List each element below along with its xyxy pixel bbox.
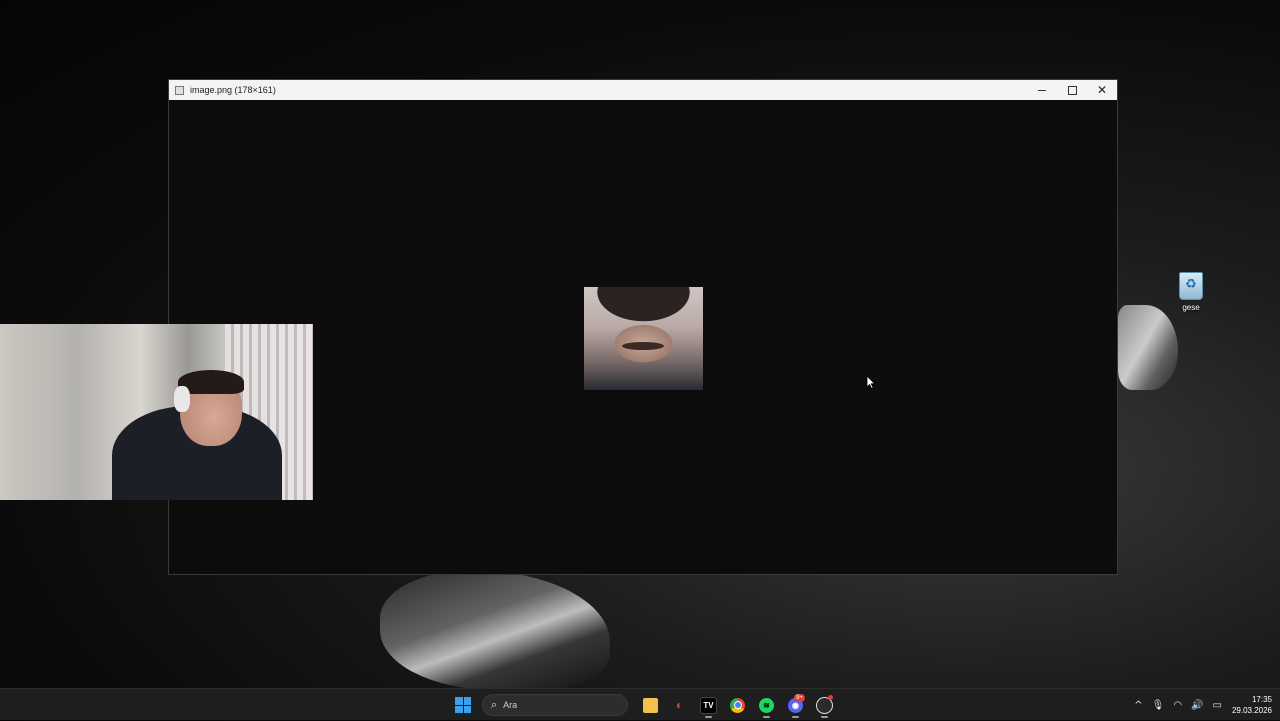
clock-time: 17:35: [1251, 695, 1272, 704]
windows-logo-icon: [455, 697, 463, 705]
maximize-button[interactable]: [1057, 80, 1087, 100]
recording-dot: [828, 695, 833, 700]
mouse-cursor-icon: [866, 375, 876, 389]
window-titlebar[interactable]: image.png (178×161) ✕: [169, 80, 1117, 100]
spotify-icon: ≋: [759, 697, 774, 713]
taskbar-search[interactable]: ⌕ Ara: [482, 694, 628, 716]
displayed-image: [584, 287, 703, 390]
battery-icon[interactable]: ▭: [1213, 700, 1222, 711]
taskbar-app-obs[interactable]: [810, 691, 839, 719]
clock[interactable]: 17:35 29.03.2026: [1232, 694, 1272, 716]
clock-date: 29.03.2026: [1231, 706, 1272, 715]
windows-logo-tile: [463, 697, 471, 705]
speaker-icon[interactable]: 🔊: [1191, 700, 1203, 711]
wifi-icon[interactable]: ◠: [1173, 700, 1182, 711]
taskbar-app-tradingview[interactable]: TV: [694, 691, 723, 719]
taskbar-center: ⌕ Ara ◐ TV ≋ ◉ 9+: [452, 689, 839, 721]
start-button[interactable]: [452, 694, 474, 716]
chrome-icon: [730, 697, 745, 713]
system-tray: ^ 🎙 ◠ 🔊 ▭ 17:35 29.03.2026: [1125, 689, 1272, 721]
taskbar-app-file-explorer[interactable]: [636, 691, 665, 719]
windows-logo-tile: [463, 705, 471, 713]
taskbar-app-chrome[interactable]: [723, 691, 752, 719]
webcam-overlay: [0, 324, 313, 500]
taskbar: ⌕ Ara ◐ TV ≋ ◉ 9+ ^ 🎙 ◠ 🔊 ▭ 17:35 29.03.…: [0, 688, 1280, 720]
recycle-bin-icon: [1179, 272, 1203, 300]
wallpaper-figure: [380, 570, 610, 690]
window-title: image.png (178×161): [190, 85, 276, 95]
window-controls: ✕: [1027, 80, 1117, 100]
close-button[interactable]: ✕: [1087, 80, 1117, 100]
desktop-icon-recycle-bin[interactable]: gese: [1168, 272, 1214, 312]
photo-detail: [622, 342, 664, 350]
minimize-button[interactable]: [1027, 80, 1057, 100]
taskbar-app-spotify[interactable]: ≋: [752, 691, 781, 719]
webcam-headphone: [174, 386, 190, 412]
taskbar-app-red[interactable]: ◐: [665, 691, 694, 719]
notification-badge: 9+: [794, 694, 805, 702]
search-icon: ⌕: [491, 698, 498, 711]
folder-icon: [643, 697, 658, 713]
search-placeholder: Ara: [503, 700, 518, 710]
windows-logo-tile: [455, 705, 463, 713]
taskbar-app-discord[interactable]: ◉ 9+: [781, 691, 810, 719]
desktop-icon-label: gese: [1182, 303, 1200, 312]
red-logo-icon: ◐: [675, 698, 684, 712]
chevron-up-icon[interactable]: ^: [1134, 700, 1142, 711]
tradingview-icon: TV: [700, 696, 717, 714]
image-app-icon: [175, 85, 184, 95]
microphone-icon[interactable]: 🎙: [1152, 700, 1165, 711]
wallpaper-hand: [1118, 305, 1178, 390]
